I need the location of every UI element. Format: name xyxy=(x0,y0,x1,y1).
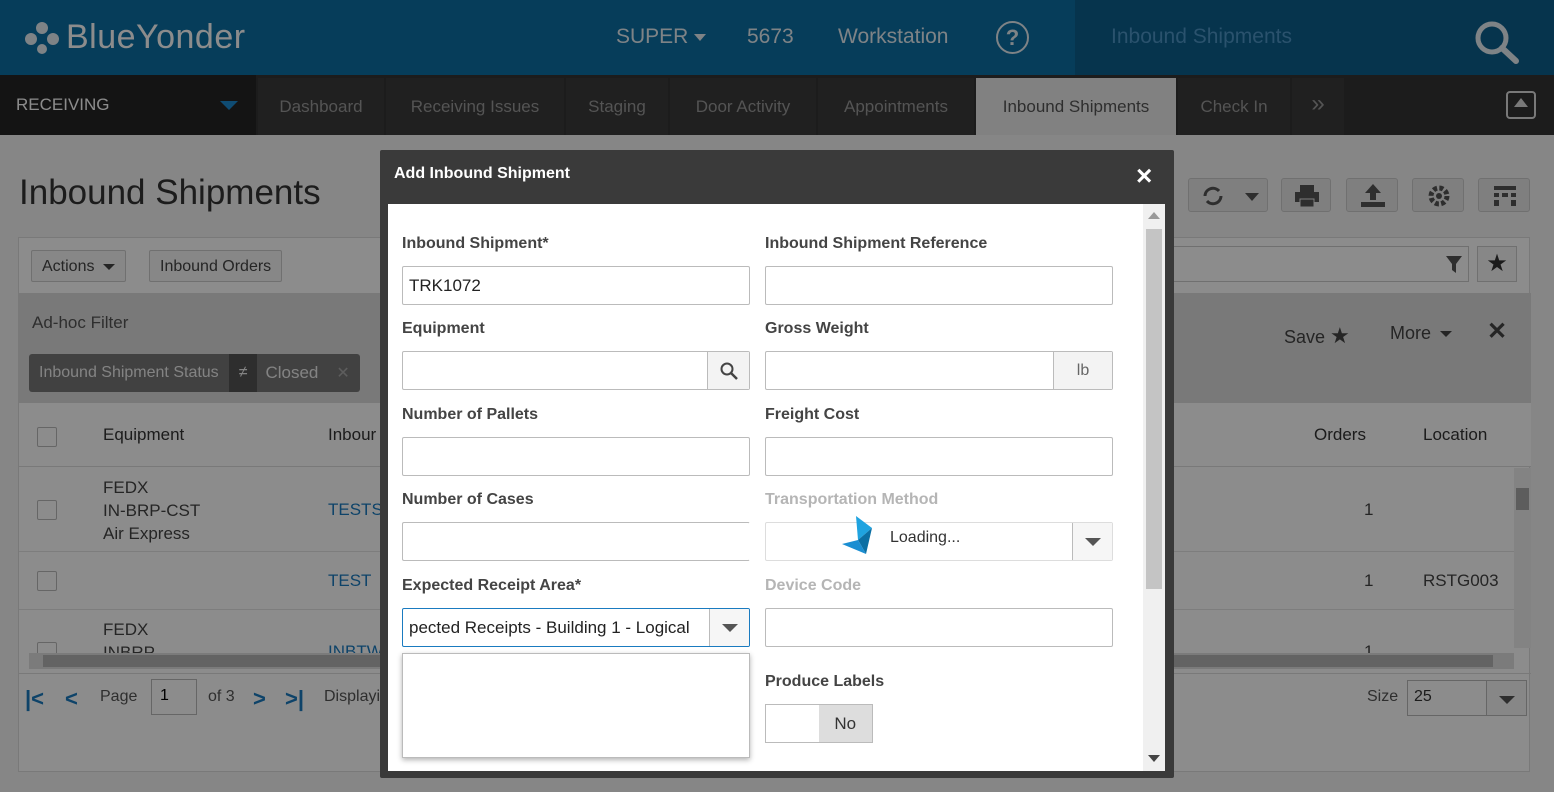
receipt-area-dropdown-list[interactable] xyxy=(402,653,750,758)
equipment-input[interactable] xyxy=(402,351,750,390)
dialog-body: Inbound Shipment* Inbound Shipment Refer… xyxy=(388,204,1165,771)
receipt-area-combobox[interactable]: pected Receipts - Building 1 - Logical xyxy=(402,608,750,647)
toggle-knob xyxy=(766,705,819,742)
receipt-area-label: Expected Receipt Area* xyxy=(402,577,582,594)
loading-text: Loading... xyxy=(890,529,961,546)
search-icon xyxy=(720,362,738,380)
weight-unit: lb xyxy=(1053,352,1112,389)
inbound-shipment-label: Inbound Shipment* xyxy=(402,235,549,252)
add-inbound-shipment-dialog: Add Inbound Shipment × Inbound Shipment*… xyxy=(380,150,1174,778)
reference-input[interactable] xyxy=(765,266,1113,305)
receipt-area-value: pected Receipts - Building 1 - Logical xyxy=(409,618,690,637)
inbound-shipment-input[interactable]: TRK1072 xyxy=(402,266,750,305)
dialog-title: Add Inbound Shipment xyxy=(394,165,570,182)
loading-spinner-icon xyxy=(842,516,872,554)
freight-cost-label: Freight Cost xyxy=(765,406,860,423)
loading-indicator: Loading... xyxy=(842,516,960,560)
pallets-input[interactable] xyxy=(402,437,750,476)
caret-down-icon[interactable] xyxy=(1072,523,1112,560)
gross-weight-label: Gross Weight xyxy=(765,320,869,337)
device-code-label: Device Code xyxy=(765,577,862,594)
freight-cost-input[interactable] xyxy=(765,437,1113,476)
dialog-scrollbar[interactable] xyxy=(1143,204,1165,771)
caret-down-icon[interactable] xyxy=(709,609,749,646)
reference-label: Inbound Shipment Reference xyxy=(765,235,988,252)
pallets-label: Number of Pallets xyxy=(402,406,539,423)
equipment-label: Equipment xyxy=(402,320,485,337)
transport-method-label: Transportation Method xyxy=(765,491,939,508)
cases-input[interactable] xyxy=(402,522,750,561)
produce-labels-value: No xyxy=(818,705,872,742)
scroll-down-icon[interactable] xyxy=(1148,755,1160,762)
produce-labels-label: Produce Labels xyxy=(765,673,885,690)
close-icon[interactable]: × xyxy=(1136,160,1152,192)
scrollbar-thumb[interactable] xyxy=(1146,229,1162,589)
scroll-up-icon[interactable] xyxy=(1148,212,1160,219)
produce-labels-toggle[interactable]: No xyxy=(765,704,873,743)
equipment-lookup-button[interactable] xyxy=(707,352,749,389)
device-code-input[interactable] xyxy=(765,608,1113,647)
gross-weight-input[interactable]: lb xyxy=(765,351,1113,390)
cases-label: Number of Cases xyxy=(402,491,534,508)
